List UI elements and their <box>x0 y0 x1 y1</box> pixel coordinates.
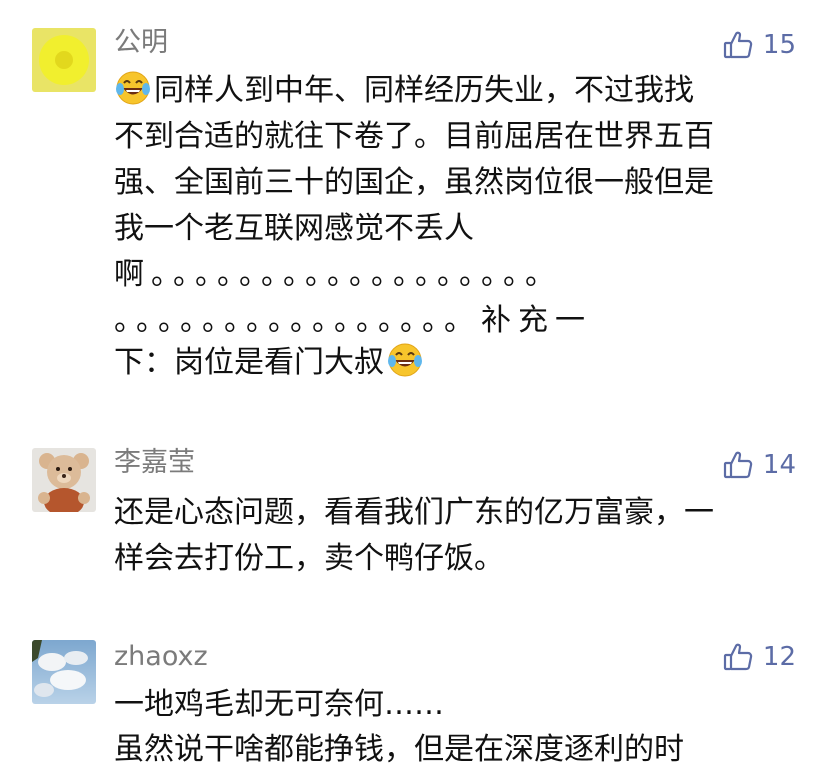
comment-text-line: 虽然说干啥都能挣钱，但是在深度逐利的时 <box>114 732 684 767</box>
laughing-tears-emoji-icon <box>386 341 424 379</box>
like-button[interactable]: 15 <box>723 28 796 62</box>
comment-text-line: 一地鸡毛却无可奈何…… <box>114 687 444 722</box>
avatar[interactable] <box>32 448 96 512</box>
teddy-bear-avatar-icon <box>32 448 96 512</box>
comment-text-line: 啊。。。。。。。。。。。。。。。。。。 <box>114 257 562 292</box>
username[interactable]: 李嘉莹 <box>114 446 195 480</box>
like-button[interactable]: 14 <box>723 448 796 482</box>
like-count: 12 <box>762 642 796 672</box>
comment-text-line: 。。。。。。。。。。。。。。。。补充一 <box>114 303 592 338</box>
comment-text-line: 还是心态问题，看看我们广东的亿万富豪，一 <box>114 495 714 530</box>
comment-feed: 公明 15 同样人到中年、同样经历失业，不过我找 不到合适的就往下卷了。目前屈居… <box>0 0 828 770</box>
avatar[interactable] <box>32 28 96 92</box>
thumbs-up-icon <box>723 30 753 60</box>
sky-clouds-avatar-icon <box>32 640 96 704</box>
avatar[interactable] <box>32 640 96 704</box>
comment-text-line: 我一个老互联网感觉不丢人 <box>114 211 474 246</box>
comment-text-line: 样会去打份工，卖个鸭仔饭。 <box>114 541 504 576</box>
laughing-tears-emoji-icon <box>114 69 152 107</box>
thumbs-up-icon <box>723 642 753 672</box>
username[interactable]: zhaoxz <box>114 640 208 674</box>
comment-text-line: 不到合适的就往下卷了。目前屈居在世界五百 <box>114 119 714 154</box>
like-button[interactable]: 12 <box>723 640 796 674</box>
like-count: 14 <box>762 450 796 480</box>
comment-text-line: 强、全国前三十的国企，虽然岗位很一般但是 <box>114 165 714 200</box>
like-count: 15 <box>762 30 796 60</box>
comment-text-line: 下：岗位是看门大叔 <box>114 340 426 386</box>
username[interactable]: 公明 <box>114 26 168 60</box>
yellow-circle-avatar-icon <box>32 28 96 92</box>
comment-text-line: 同样人到中年、同样经历失业，不过我找 <box>114 68 694 114</box>
thumbs-up-icon <box>723 450 753 480</box>
